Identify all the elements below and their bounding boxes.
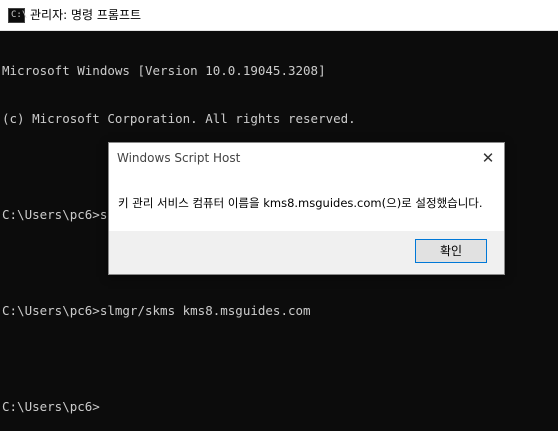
dialog-title: Windows Script Host — [117, 151, 241, 165]
cmd-icon: C:\ — [8, 8, 28, 23]
console-line: Microsoft Windows [Version 10.0.19045.32… — [2, 63, 326, 78]
script-host-dialog: Windows Script Host ✕ 키 관리 서비스 컴퓨터 이름을 k… — [108, 142, 505, 275]
console-line: (c) Microsoft Corporation. All rights re… — [2, 111, 356, 126]
close-icon[interactable]: ✕ — [478, 148, 498, 168]
dialog-message: 키 관리 서비스 컴퓨터 이름을 kms8.msguides.com(으)로 설… — [118, 196, 483, 210]
console-prompt-line: C:\Users\pc6> — [2, 399, 100, 414]
ok-button[interactable]: 확인 — [415, 239, 487, 263]
window-title: 관리자: 명령 프롬프트 — [30, 8, 142, 22]
title-bar: C:\ 관리자: 명령 프롬프트 — [0, 0, 558, 31]
dialog-footer: 확인 — [109, 231, 504, 274]
console-line: C:\Users\pc6>slmgr/skms kms8.msguides.co… — [2, 303, 311, 318]
cmd-icon-prompt: C:\ — [11, 10, 28, 20]
